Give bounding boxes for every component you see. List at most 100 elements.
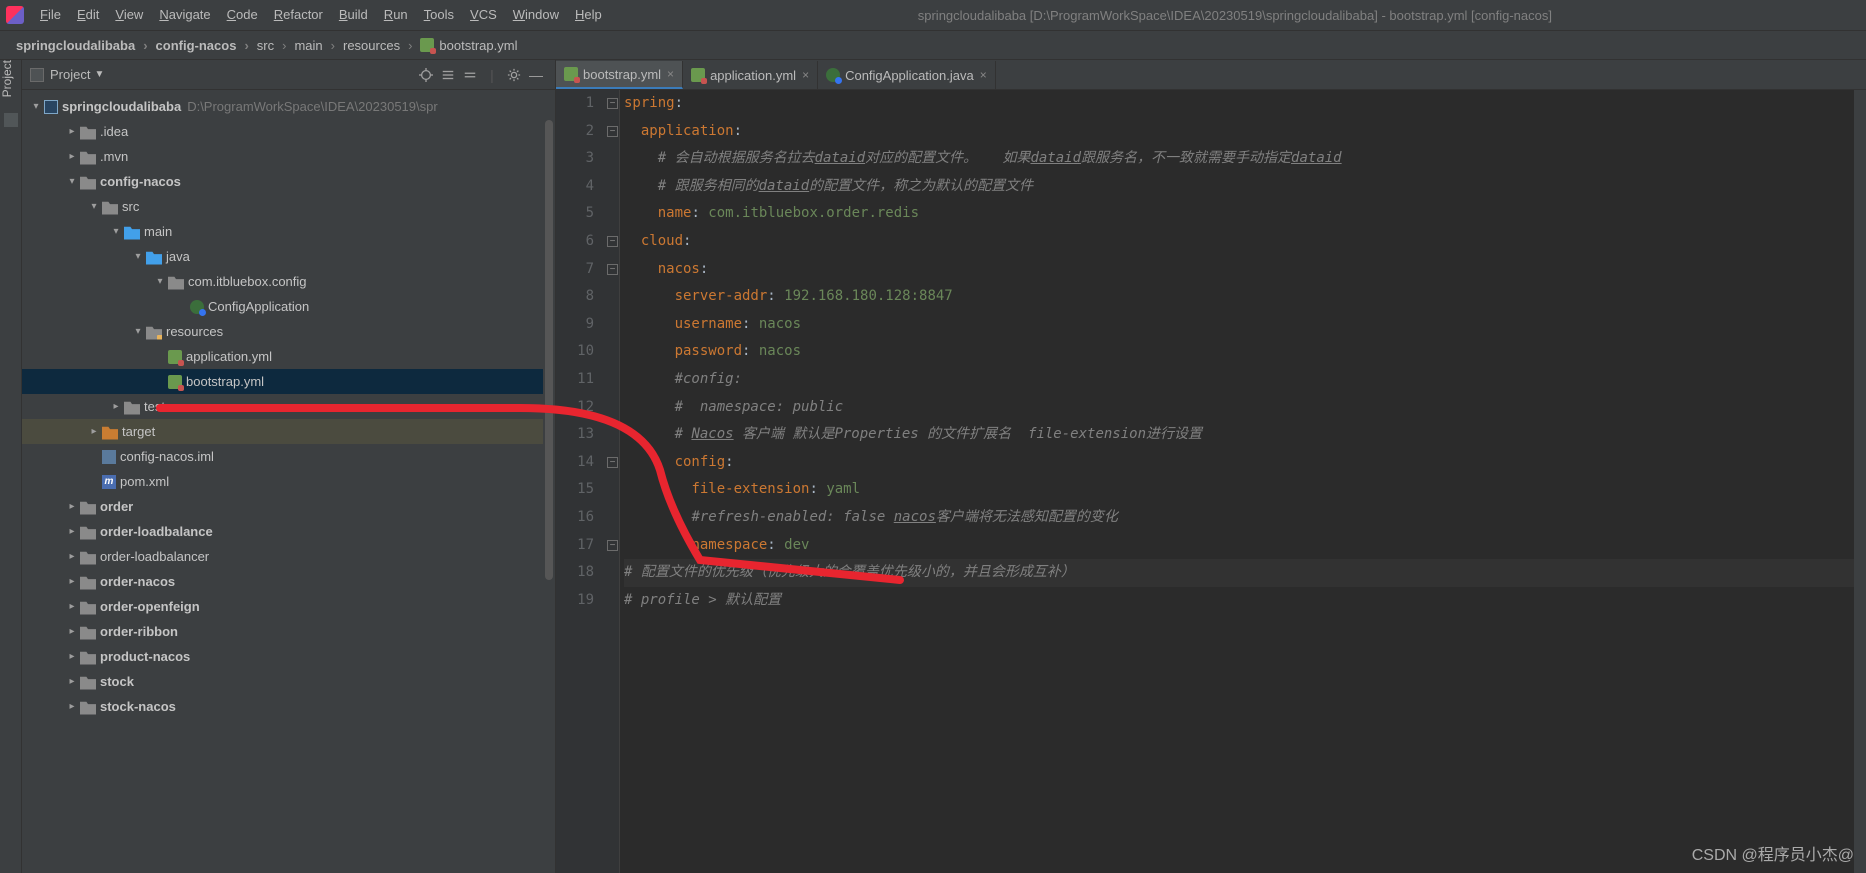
chevron-icon[interactable] (108, 401, 124, 412)
menu-run[interactable]: Run (376, 0, 416, 30)
close-icon[interactable]: × (980, 68, 987, 82)
tree-item-com-itbluebox-config[interactable]: com.itbluebox.config (22, 269, 555, 294)
tree-item-java[interactable]: java (22, 244, 555, 269)
chevron-icon[interactable] (64, 176, 80, 187)
editor-tab-bar: bootstrap.yml×application.yml×ConfigAppl… (556, 60, 1866, 90)
close-icon[interactable]: × (802, 68, 809, 82)
tree-item--mvn[interactable]: .mvn (22, 144, 555, 169)
breadcrumb-3[interactable]: main (294, 38, 343, 53)
scrollbar-thumb[interactable] (545, 120, 553, 580)
fold-marker[interactable]: − (607, 236, 618, 247)
tab-bootstrap-yml[interactable]: bootstrap.yml× (556, 61, 683, 89)
chevron-icon[interactable] (130, 326, 146, 337)
breadcrumb-4[interactable]: resources (343, 38, 420, 53)
gutter: 12345678910111213141516171819 (556, 90, 606, 873)
chevron-icon[interactable] (64, 126, 80, 137)
menu-vcs[interactable]: VCS (462, 0, 505, 30)
close-icon[interactable]: × (667, 67, 674, 81)
code-editor[interactable]: spring: application: # 会自动根据服务名拉去dataid对… (620, 90, 1866, 873)
tree-item-configapplication[interactable]: ConfigApplication (22, 294, 555, 319)
chevron-icon[interactable] (64, 701, 80, 712)
chevron-down-icon[interactable] (28, 101, 44, 112)
tree-item-main[interactable]: main (22, 219, 555, 244)
menu-edit[interactable]: Edit (69, 0, 107, 30)
expand-all-icon[interactable] (437, 64, 459, 86)
hide-panel-icon[interactable]: — (525, 64, 547, 86)
project-tree[interactable]: springcloudalibaba D:\ProgramWorkSpace\I… (22, 90, 555, 873)
chevron-icon[interactable] (64, 676, 80, 687)
chevron-icon[interactable] (86, 201, 102, 212)
tool-strip: Project (0, 60, 22, 873)
chevron-icon[interactable] (64, 151, 80, 162)
tree-item-order-nacos[interactable]: order-nacos (22, 569, 555, 594)
breadcrumb-5[interactable]: bootstrap.yml (420, 38, 517, 53)
tree-item-config-nacos[interactable]: config-nacos (22, 169, 555, 194)
breadcrumb-2[interactable]: src (257, 38, 295, 53)
breadcrumb-1[interactable]: config-nacos (156, 38, 257, 53)
tree-item-test[interactable]: test (22, 394, 555, 419)
fold-bar: − − − − − − (606, 90, 620, 873)
menu-file[interactable]: File (32, 0, 69, 30)
module-icon (44, 100, 58, 114)
locate-icon[interactable] (415, 64, 437, 86)
chevron-icon[interactable] (64, 576, 80, 587)
tree-item-src[interactable]: src (22, 194, 555, 219)
chevron-icon[interactable] (64, 501, 80, 512)
chevron-icon[interactable] (64, 551, 80, 562)
chevron-icon[interactable] (130, 251, 146, 262)
tree-item-product-nacos[interactable]: product-nacos (22, 644, 555, 669)
app-icon (6, 6, 24, 24)
fold-marker[interactable]: − (607, 264, 618, 275)
fold-marker[interactable]: − (607, 540, 618, 551)
chevron-icon[interactable] (64, 526, 80, 537)
fold-marker[interactable]: − (607, 126, 618, 137)
tree-item-stock[interactable]: stock (22, 669, 555, 694)
menu-window[interactable]: Window (505, 0, 567, 30)
chevron-icon[interactable] (152, 276, 168, 287)
menu-bar: FileEditViewNavigateCodeRefactorBuildRun… (0, 0, 1866, 30)
project-tool-tab[interactable]: Project (0, 60, 14, 109)
tree-item-order-ribbon[interactable]: order-ribbon (22, 619, 555, 644)
tree-item--idea[interactable]: .idea (22, 119, 555, 144)
menu-code[interactable]: Code (219, 0, 266, 30)
collapse-all-icon[interactable] (459, 64, 481, 86)
chevron-icon[interactable] (86, 426, 102, 437)
tab-configapplication-java[interactable]: ConfigApplication.java× (818, 61, 996, 89)
tree-item-config-nacos-iml[interactable]: config-nacos.iml (22, 444, 555, 469)
window-title: springcloudalibaba [D:\ProgramWorkSpace\… (610, 8, 1860, 23)
project-panel: Project ▼ | — springcloudalibaba D:\Prog… (22, 60, 556, 873)
project-panel-title: Project (50, 67, 90, 82)
project-view-icon (30, 68, 44, 82)
fold-marker[interactable]: − (607, 457, 618, 468)
tree-item-order-loadbalancer[interactable]: order-loadbalancer (22, 544, 555, 569)
menu-view[interactable]: View (107, 0, 151, 30)
menu-help[interactable]: Help (567, 0, 610, 30)
tree-item-order-loadbalance[interactable]: order-loadbalance (22, 519, 555, 544)
tree-item-pom-xml[interactable]: mpom.xml (22, 469, 555, 494)
menu-build[interactable]: Build (331, 0, 376, 30)
tree-item-application-yml[interactable]: application.yml (22, 344, 555, 369)
breadcrumb-0[interactable]: springcloudalibaba (16, 38, 156, 53)
error-stripe (1854, 90, 1866, 873)
menu-tools[interactable]: Tools (416, 0, 462, 30)
tree-root[interactable]: springcloudalibaba D:\ProgramWorkSpace\I… (22, 94, 555, 119)
chevron-icon[interactable] (64, 601, 80, 612)
tree-item-stock-nacos[interactable]: stock-nacos (22, 694, 555, 719)
settings-gear-icon[interactable] (503, 64, 525, 86)
tab-application-yml[interactable]: application.yml× (683, 61, 818, 89)
project-view-dropdown-icon[interactable]: ▼ (94, 69, 104, 80)
fold-marker[interactable]: − (607, 98, 618, 109)
chevron-icon[interactable] (108, 226, 124, 237)
tree-item-order[interactable]: order (22, 494, 555, 519)
structure-tool-tab[interactable] (4, 113, 18, 127)
tree-item-target[interactable]: target (22, 419, 555, 444)
project-panel-header: Project ▼ | — (22, 60, 555, 90)
tree-item-order-openfeign[interactable]: order-openfeign (22, 594, 555, 619)
menu-refactor[interactable]: Refactor (266, 0, 331, 30)
menu-navigate[interactable]: Navigate (151, 0, 218, 30)
watermark: CSDN @程序员小杰@ (1692, 841, 1854, 865)
tree-item-resources[interactable]: resources (22, 319, 555, 344)
chevron-icon[interactable] (64, 651, 80, 662)
chevron-icon[interactable] (64, 626, 80, 637)
tree-item-bootstrap-yml[interactable]: bootstrap.yml (22, 369, 555, 394)
